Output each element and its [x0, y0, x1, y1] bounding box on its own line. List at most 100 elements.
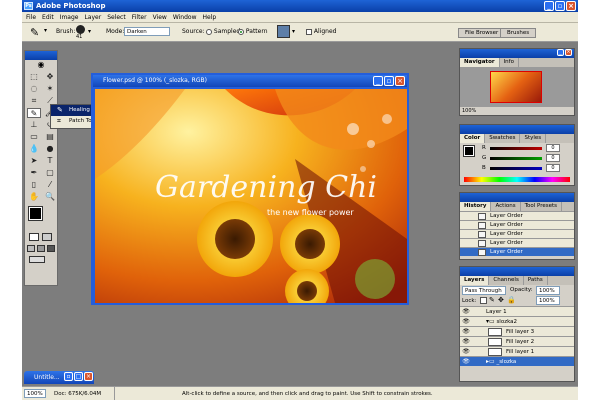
history-item[interactable]: Layer Order [460, 220, 574, 229]
lock-transparency-icon[interactable] [480, 297, 487, 304]
slider-track-r[interactable] [490, 147, 542, 150]
slider-track-b[interactable] [490, 167, 542, 170]
pattern-radio[interactable] [238, 28, 244, 35]
history-item[interactable]: Layer Order [460, 229, 574, 238]
tab-layers[interactable]: Layers [460, 276, 490, 285]
menu-filter[interactable]: Filter [132, 12, 147, 22]
tab-styles[interactable]: Styles [520, 134, 547, 143]
doc-minimize-button[interactable]: _ [373, 76, 383, 86]
minimized-document[interactable]: Untitle... ▫ □ × [24, 371, 94, 384]
tab-color[interactable]: Color [460, 134, 486, 143]
layer-row[interactable]: 👁 Fill layer 2 [460, 336, 574, 346]
status-doc-size[interactable]: Doc: 675K/6.04M [54, 387, 101, 400]
layer-group-row-selected[interactable]: 👁 ▸▭ _slozka [460, 356, 574, 366]
notes-tool-icon[interactable]: ▯ [27, 180, 41, 190]
lasso-tool-icon[interactable]: ◌ [27, 84, 41, 94]
eyedropper-tool-icon[interactable]: ⁄ [43, 180, 57, 190]
status-zoom[interactable]: 100% [24, 389, 46, 398]
standard-screen-mode-icon[interactable] [27, 245, 35, 252]
channel-value-r[interactable]: 0 [546, 144, 560, 152]
blend-mode-select[interactable]: Pass Through [462, 286, 506, 295]
document-titlebar[interactable]: Flower.psd @ 100% (_slozka, RGB) _ ▫ × [93, 75, 407, 87]
tab-channels[interactable]: Channels [489, 276, 524, 285]
hand-tool-icon[interactable]: ✋ [27, 192, 41, 202]
tab-info[interactable]: Info [500, 58, 519, 67]
layer-row[interactable]: 👁 Fill layer 1 [460, 346, 574, 356]
shape-tool-icon[interactable]: ▢ [43, 168, 57, 178]
standard-mode-icon[interactable] [29, 233, 39, 241]
history-item-selected[interactable]: Layer Order [460, 247, 574, 256]
layers-panel-header[interactable] [460, 267, 574, 276]
eraser-tool-icon[interactable]: ▭ [27, 132, 41, 142]
aligned-checkbox[interactable] [306, 28, 312, 35]
menu-view[interactable]: View [153, 12, 167, 22]
dodge-tool-icon[interactable]: ● [43, 144, 57, 154]
healing-brush-tool-icon[interactable]: ✎ [27, 108, 41, 118]
menu-select[interactable]: Select [107, 12, 126, 22]
file-browser-tab[interactable]: File Browser [458, 28, 506, 38]
zoom-tool-icon[interactable]: 🔍 [43, 192, 57, 202]
history-item[interactable]: Layer Order [460, 238, 574, 247]
tab-paths[interactable]: Paths [524, 276, 548, 285]
type-tool-icon[interactable]: T [43, 156, 57, 166]
image-canvas[interactable]: Gardening Chi the new flower power [95, 89, 407, 303]
toolbox-header[interactable] [25, 51, 57, 60]
history-panel-header[interactable] [460, 193, 574, 202]
layer-row[interactable]: 👁 Fill layer 3 [460, 326, 574, 336]
layer-row[interactable]: 👁 Layer 1 [460, 306, 574, 316]
mini-close-button[interactable]: × [84, 372, 93, 381]
visibility-eye-icon[interactable]: 👁 [462, 308, 470, 316]
pen-tool-icon[interactable]: ✒ [27, 168, 41, 178]
fill-input[interactable]: 100% [536, 296, 560, 305]
adobe-online-icon[interactable]: ◉ [25, 60, 57, 69]
mini-maximize-button[interactable]: □ [74, 372, 83, 381]
menu-layer[interactable]: Layer [84, 12, 101, 22]
visibility-eye-icon[interactable]: 👁 [462, 318, 470, 326]
magic-wand-tool-icon[interactable]: ✶ [43, 84, 57, 94]
color-ramp[interactable] [464, 177, 570, 182]
visibility-eye-icon[interactable]: 👁 [462, 358, 470, 366]
menu-window[interactable]: Window [173, 12, 197, 22]
tab-navigator[interactable]: Navigator [460, 58, 500, 67]
jump-to-imageready-icon[interactable] [29, 256, 45, 263]
path-selection-tool-icon[interactable]: ➤ [27, 156, 41, 166]
doc-maximize-button[interactable]: ▫ [384, 76, 394, 86]
marquee-tool-icon[interactable]: ⬚ [27, 72, 41, 82]
brush-dropdown-icon[interactable]: ▾ [88, 28, 91, 35]
full-screen-menu-mode-icon[interactable] [37, 245, 45, 252]
full-screen-mode-icon[interactable] [47, 245, 55, 252]
navigator-zoom[interactable]: 100% [460, 107, 574, 115]
pattern-picker-swatch[interactable] [277, 25, 290, 38]
layer-group-row[interactable]: 👁 ▾▭ slozka2 [460, 316, 574, 326]
brushes-tab[interactable]: Brushes [500, 28, 537, 38]
foreground-color-swatch[interactable] [28, 206, 43, 221]
move-tool-icon[interactable]: ✥ [43, 72, 57, 82]
close-button[interactable]: × [566, 1, 576, 11]
color-panel-header[interactable] [460, 125, 574, 134]
history-item[interactable]: Layer Order [460, 211, 574, 220]
navigator-preview[interactable] [460, 67, 574, 107]
visibility-eye-icon[interactable]: 👁 [462, 348, 470, 356]
menu-image[interactable]: Image [60, 12, 79, 22]
maximize-button[interactable]: ▫ [555, 1, 565, 11]
menu-edit[interactable]: Edit [42, 12, 54, 22]
blur-tool-icon[interactable]: 💧 [27, 144, 41, 154]
navigator-view-box[interactable] [490, 71, 542, 103]
menu-file[interactable]: File [26, 12, 36, 22]
doc-close-button[interactable]: × [395, 76, 405, 86]
channel-value-b[interactable]: 0 [546, 164, 560, 172]
navigator-minimize-button[interactable]: _ [557, 49, 564, 56]
visibility-eye-icon[interactable]: 👁 [462, 328, 470, 336]
lock-position-icon[interactable]: ✥ [498, 297, 504, 304]
tab-history[interactable]: History [460, 202, 492, 211]
minimize-button[interactable]: _ [544, 1, 554, 11]
mini-restore-button[interactable]: ▫ [64, 372, 73, 381]
channel-value-g[interactable]: 0 [546, 154, 560, 162]
tab-swatches[interactable]: Swatches [485, 134, 521, 143]
tab-actions[interactable]: Actions [491, 202, 521, 211]
visibility-eye-icon[interactable]: 👁 [462, 338, 470, 346]
navigator-close-button[interactable]: × [565, 49, 572, 56]
clone-stamp-tool-icon[interactable]: ⊥ [27, 120, 41, 130]
lock-all-icon[interactable]: 🔒 [507, 297, 516, 304]
menu-help[interactable]: Help [203, 12, 217, 22]
